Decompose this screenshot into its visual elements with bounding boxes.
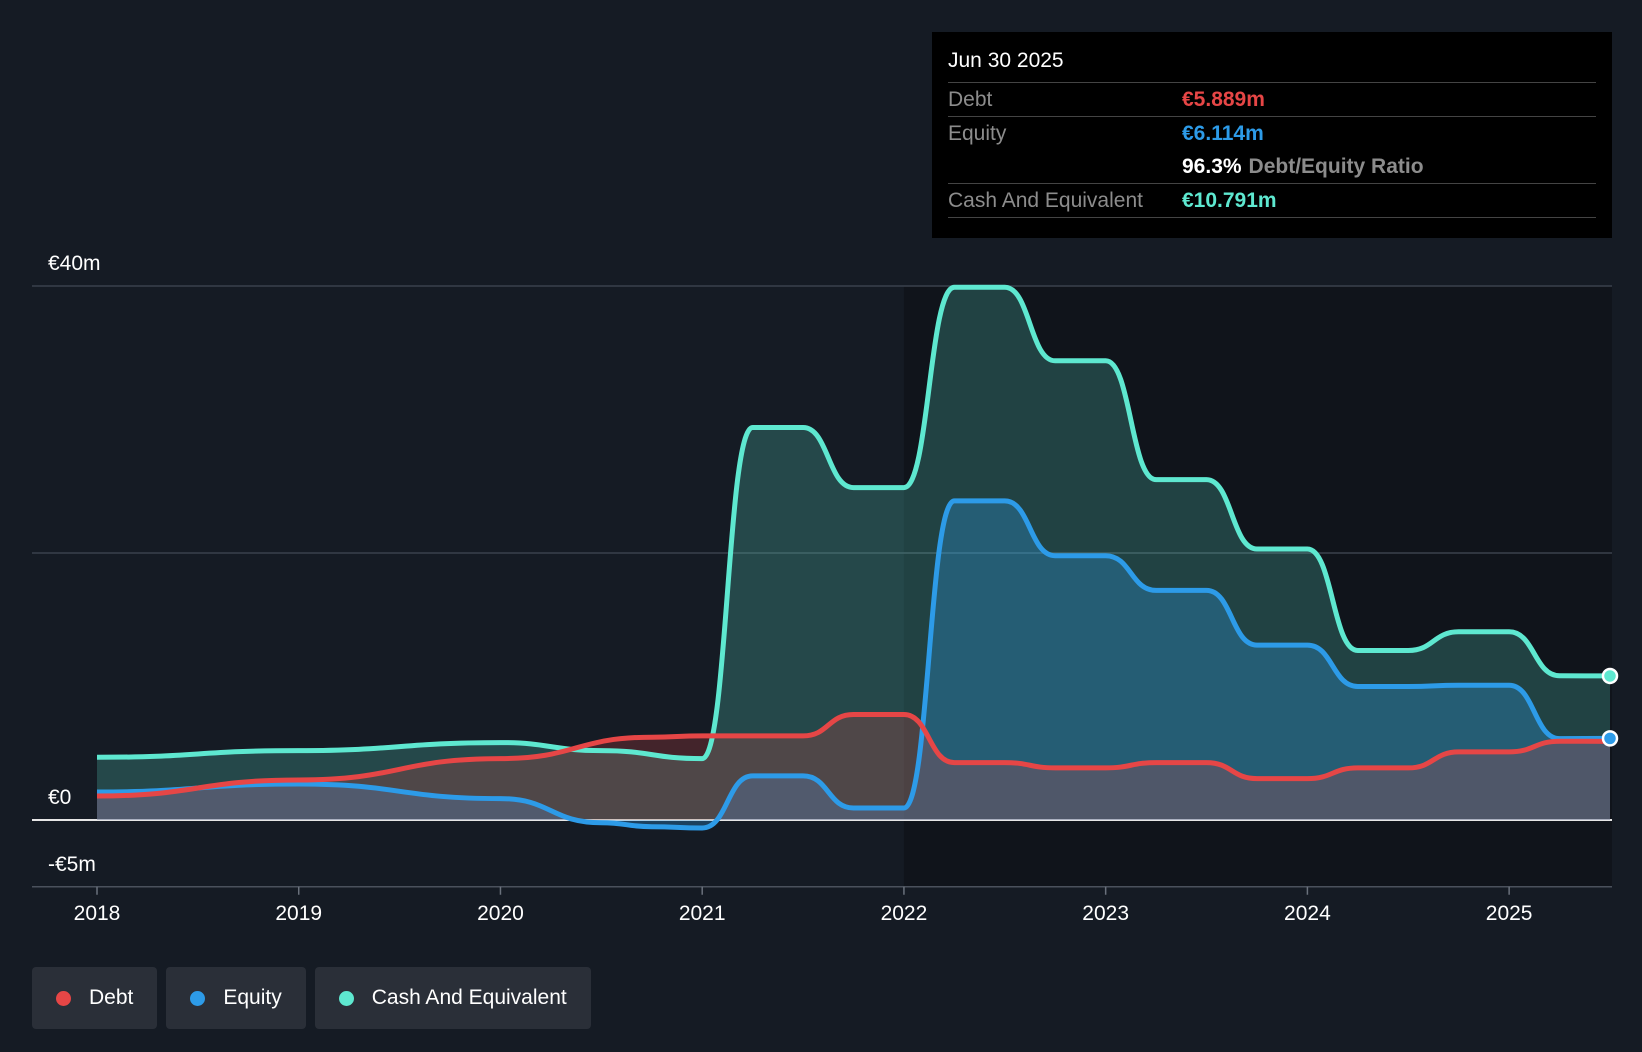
tooltip-cash-value: €10.791m: [1182, 188, 1277, 212]
tooltip-row-debt: Debt €5.889m: [948, 82, 1596, 116]
x-tick-label: 2019: [275, 902, 322, 925]
tooltip-row-cash: Cash And Equivalent €10.791m: [948, 183, 1596, 217]
legend-label-debt: Debt: [89, 986, 134, 1009]
equity-end-point[interactable]: [1601, 730, 1619, 747]
x-tick-label: 2020: [477, 902, 524, 925]
debt-dot-icon: [56, 990, 71, 1006]
y-axis-labels: €40m €0 -€5m: [48, 252, 101, 876]
x-tick-label: 2025: [1486, 902, 1533, 925]
equity-dot-icon: [190, 990, 206, 1006]
y-tick-label: -€5m: [48, 853, 96, 876]
legend-label-cash: Cash And Equivalent: [371, 986, 567, 1009]
x-tick-label: 2021: [679, 902, 726, 925]
legend-item-equity[interactable]: Equity: [166, 967, 306, 1029]
legend: Debt Equity Cash And Equivalent: [32, 967, 591, 1029]
cash-end-point[interactable]: [1601, 667, 1619, 685]
x-tick-label: 2022: [881, 902, 928, 925]
tooltip-date: Jun 30 2025: [948, 49, 1064, 72]
x-tick-label: 2018: [74, 902, 121, 925]
tooltip-debt-value: €5.889m: [1182, 87, 1265, 111]
legend-item-debt[interactable]: Debt: [32, 967, 158, 1029]
cash-dot-icon: [338, 990, 354, 1006]
tooltip-equity-value: €6.114m: [1182, 121, 1264, 145]
tooltip-equity-label: Equity: [948, 121, 1007, 145]
tooltip-ratio-label: Debt/Equity Ratio: [1248, 154, 1424, 178]
y-tick-label: €0: [48, 786, 71, 809]
x-tick-label: 2024: [1284, 902, 1331, 925]
tooltip-row-ratio: 96.3% Debt/Equity Ratio: [948, 150, 1596, 183]
x-tick-label: 2023: [1082, 902, 1129, 925]
tooltip-debt-label: Debt: [948, 87, 993, 111]
legend-label-equity: Equity: [223, 986, 282, 1009]
tooltip-row-equity: Equity €6.114m: [948, 116, 1596, 150]
tooltip-panel: Jun 30 2025 Debt €5.889m Equity €6.114m …: [932, 32, 1612, 238]
legend-item-cash[interactable]: Cash And Equivalent: [314, 967, 591, 1029]
tooltip-ratio-value: 96.3%: [1182, 154, 1242, 178]
y-tick-label: €40m: [48, 252, 101, 275]
tooltip-cash-label: Cash And Equivalent: [948, 188, 1143, 212]
x-axis-labels: 2018 2019 2020 2021 2022 2023 2024 2025: [74, 886, 1533, 925]
